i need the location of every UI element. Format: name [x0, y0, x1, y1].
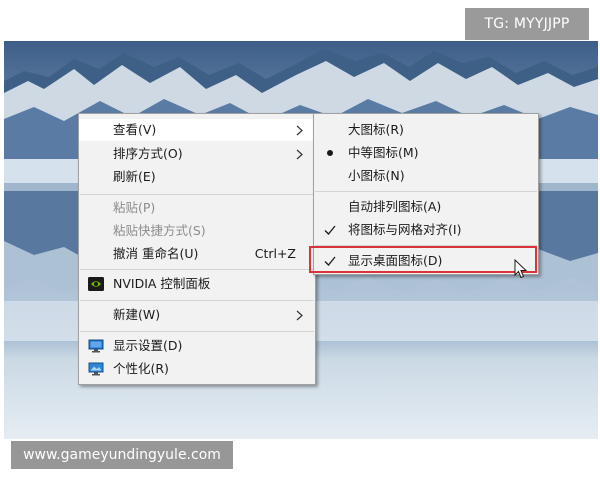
menu-item-view[interactable]: 查看(V): [79, 119, 315, 141]
nvidia-icon: [88, 277, 104, 291]
menu-item-new[interactable]: 新建(W): [79, 304, 315, 326]
mouse-pointer-icon: [514, 259, 528, 279]
submenu-item-medium-icons[interactable]: 中等图标(M): [314, 142, 538, 164]
checkmark-icon: [324, 256, 336, 266]
menu-item-shortcut: Ctrl+Z: [254, 246, 296, 261]
submenu-item-show-desktop-icons[interactable]: 显示桌面图标(D): [314, 250, 538, 272]
chevron-right-icon: [296, 149, 303, 160]
menu-item-label: 显示设置(D): [113, 338, 183, 353]
menu-item-label: NVIDIA 控制面板: [113, 276, 211, 291]
view-submenu: 大图标(R) 中等图标(M) 小图标(N) 自动排列图标(A) 将图标与网格对齐…: [313, 113, 539, 275]
menu-item-label: 查看(V): [113, 122, 157, 137]
menu-item-label: 排序方式(O): [113, 146, 183, 161]
menu-item-label: 新建(W): [113, 307, 161, 322]
checkmark-icon: [324, 225, 336, 235]
menu-item-label: 撤消 重命名(U): [113, 246, 199, 261]
submenu-item-label: 自动排列图标(A): [348, 199, 442, 214]
menu-item-nvidia-control-panel[interactable]: NVIDIA 控制面板: [79, 273, 315, 295]
submenu-item-align-to-grid[interactable]: 将图标与网格对齐(I): [314, 219, 538, 241]
menu-item-label: 刷新(E): [113, 169, 156, 184]
submenu-item-label: 大图标(R): [348, 122, 404, 137]
submenu-item-auto-arrange[interactable]: 自动排列图标(A): [314, 196, 538, 218]
submenu-item-small-icons[interactable]: 小图标(N): [314, 165, 538, 187]
menu-item-refresh[interactable]: 刷新(E): [79, 166, 315, 188]
personalize-icon: [88, 362, 104, 376]
menu-separator: [80, 300, 314, 301]
menu-separator: [80, 194, 314, 195]
site-url-watermark: www.gameyundingyule.com: [11, 441, 233, 469]
menu-item-label: 粘贴(P): [113, 200, 156, 215]
menu-item-undo-rename[interactable]: 撤消 重命名(U) Ctrl+Z: [79, 243, 315, 265]
menu-item-paste-shortcut[interactable]: 粘贴快捷方式(S): [79, 220, 315, 242]
bullet-icon: [327, 150, 333, 156]
menu-item-paste[interactable]: 粘贴(P): [79, 197, 315, 219]
display-settings-icon: [88, 339, 104, 353]
submenu-separator: [315, 191, 537, 192]
submenu-separator: [315, 245, 537, 246]
menu-item-label: 粘贴快捷方式(S): [113, 223, 206, 238]
menu-item-personalize[interactable]: 个性化(R): [79, 358, 315, 380]
menu-item-sort-by[interactable]: 排序方式(O): [79, 143, 315, 165]
tg-watermark: TG: MYYJJPP: [465, 8, 589, 40]
menu-separator: [80, 331, 314, 332]
menu-item-display-settings[interactable]: 显示设置(D): [79, 335, 315, 357]
menu-item-label: 个性化(R): [113, 361, 169, 376]
menu-separator: [80, 269, 314, 270]
submenu-item-large-icons[interactable]: 大图标(R): [314, 119, 538, 141]
submenu-item-label: 显示桌面图标(D): [348, 253, 443, 268]
desktop-context-menu: 查看(V) 排序方式(O) 刷新(E) 粘贴(P) 粘贴快捷方式(S) 撤消 重…: [78, 113, 316, 385]
chevron-right-icon: [296, 125, 303, 136]
submenu-item-label: 将图标与网格对齐(I): [348, 222, 462, 237]
screenshot-stage: 查看(V) 排序方式(O) 刷新(E) 粘贴(P) 粘贴快捷方式(S) 撤消 重…: [0, 0, 600, 480]
chevron-right-icon: [296, 310, 303, 321]
submenu-item-label: 中等图标(M): [348, 145, 419, 160]
submenu-item-label: 小图标(N): [348, 168, 405, 183]
